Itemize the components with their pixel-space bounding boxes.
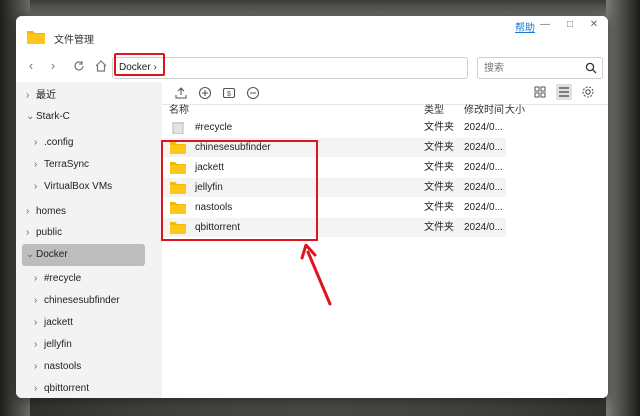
file-name: #recycle: [195, 122, 233, 133]
sidebar-item-qbittorrent[interactable]: › qbittorrent: [34, 378, 160, 398]
file-list-pane: $ 名称 类型 修改时间 大小 #recycle 文件夹 2024/0... c…: [162, 82, 608, 398]
sidebar-item-jellyfin[interactable]: › jellyfin: [34, 334, 160, 356]
upload-icon[interactable]: [174, 86, 188, 100]
table-row[interactable]: nastools 文件夹 2024/0...: [162, 198, 506, 217]
file-name: chinesesubfinder: [195, 142, 271, 153]
file-type: 文件夹: [424, 222, 454, 233]
title-bar: 文件管理 帮助 — □ ✕: [16, 16, 608, 50]
file-date: 2024/0...: [464, 122, 503, 133]
folder-icon: [170, 222, 186, 234]
table-row[interactable]: chinesesubfinder 文件夹 2024/0...: [162, 138, 506, 157]
file-name: jellyfin: [195, 182, 223, 193]
sidebar-item-homes[interactable]: › homes: [26, 201, 152, 223]
sidebar-item-jackett[interactable]: › jackett: [34, 312, 160, 334]
folder-icon: [170, 202, 186, 214]
back-button[interactable]: ‹: [23, 58, 39, 74]
file-type: 文件夹: [424, 182, 454, 193]
svg-text:$: $: [227, 91, 231, 98]
list-view-icon[interactable]: [556, 84, 572, 100]
refresh-icon[interactable]: [71, 58, 87, 74]
trash-icon: [172, 122, 184, 134]
help-link[interactable]: 帮助: [515, 19, 535, 34]
forward-button[interactable]: ›: [45, 58, 61, 74]
sidebar-item-nastools[interactable]: › nastools: [34, 356, 160, 378]
sidebar-item-virtualbox-vms[interactable]: › VirtualBox VMs: [34, 176, 160, 198]
table-row[interactable]: jellyfin 文件夹 2024/0...: [162, 178, 506, 197]
file-name: nastools: [195, 202, 233, 213]
path-bar[interactable]: Docker › ↑: [112, 57, 557, 79]
search-input[interactable]: [482, 59, 581, 77]
file-type: 文件夹: [424, 122, 454, 133]
file-date: 2024/0...: [464, 202, 503, 213]
column-header-name[interactable]: 名称: [169, 105, 189, 117]
folder-icon: [170, 162, 186, 174]
table-row[interactable]: jackett 文件夹 2024/0...: [162, 158, 506, 177]
sidebar-item-docker[interactable]: ⌄ Docker: [22, 244, 145, 266]
sidebar-item-recycle[interactable]: › #recycle: [34, 268, 160, 290]
new-folder-icon[interactable]: [198, 86, 212, 100]
table-row[interactable]: qbittorrent 文件夹 2024/0...: [162, 218, 506, 237]
file-name: qbittorrent: [195, 222, 241, 233]
maximize-button[interactable]: □: [562, 18, 578, 32]
search-icon[interactable]: [585, 62, 597, 74]
more-options-icon[interactable]: [246, 86, 260, 100]
column-header-type[interactable]: 类型: [424, 105, 444, 117]
file-date: 2024/0...: [464, 182, 503, 193]
sidebar-item-public[interactable]: › public: [26, 222, 152, 244]
folder-icon: [170, 142, 186, 154]
file-type: 文件夹: [424, 142, 454, 153]
file-type: 文件夹: [424, 162, 454, 173]
breadcrumb-docker[interactable]: Docker ›: [115, 58, 161, 78]
home-icon[interactable]: [93, 58, 109, 74]
action-bar: $: [162, 82, 608, 105]
grid-view-icon[interactable]: [532, 84, 548, 100]
folder-icon: [170, 182, 186, 194]
column-header-size[interactable]: 大小: [505, 105, 525, 117]
window-title: 文件管理: [54, 35, 94, 46]
sidebar-item-recent[interactable]: › 最近: [26, 85, 152, 107]
sidebar: › 最近 ⌄ Stark-C › .config › TerraSync › Virtua…: [16, 82, 162, 398]
file-manager-window: 文件管理 帮助 — □ ✕ ‹ › Docker › ↑ ›最近 ⌄Stark-…: [16, 16, 608, 398]
file-date: 2024/0...: [464, 142, 503, 153]
sidebar-item-chinesesubfinder[interactable]: › chinesesubfinder: [34, 290, 160, 312]
navigation-toolbar: ‹ › Docker › ↑: [16, 50, 608, 82]
sidebar-item-terrasync[interactable]: › TerraSync: [34, 154, 160, 176]
table-row[interactable]: #recycle 文件夹 2024/0...: [162, 118, 506, 137]
sidebar-item-config[interactable]: › .config: [34, 132, 160, 154]
settings-gear-icon[interactable]: [580, 84, 596, 100]
background-photo-right: [606, 0, 640, 416]
folder-app-icon: [27, 31, 45, 44]
file-type: 文件夹: [424, 202, 454, 213]
search-box[interactable]: [477, 57, 603, 79]
file-date: 2024/0...: [464, 222, 503, 233]
sidebar-item-stark-c[interactable]: ⌄ Stark-C: [26, 106, 152, 128]
column-header-modified[interactable]: 修改时间: [464, 105, 504, 117]
file-date: 2024/0...: [464, 162, 503, 173]
rename-icon[interactable]: $: [222, 86, 236, 100]
minimize-button[interactable]: —: [537, 18, 553, 32]
close-button[interactable]: ✕: [586, 18, 602, 32]
file-name: jackett: [195, 162, 224, 173]
